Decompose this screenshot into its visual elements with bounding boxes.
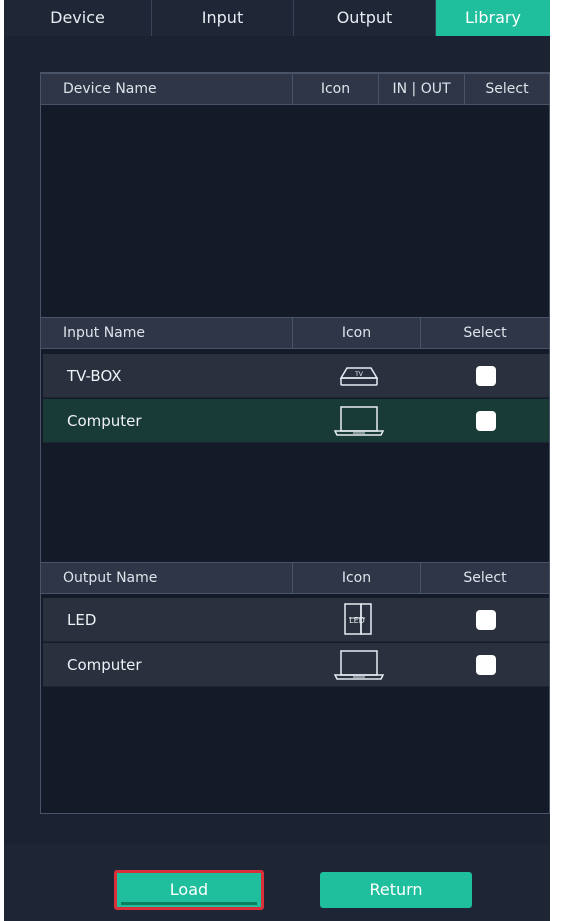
return-button-label: Return <box>369 880 423 899</box>
tab-input[interactable]: Input <box>152 0 294 36</box>
device-select-column-header: Select <box>485 81 529 97</box>
output-name-column-header: Output Name <box>41 563 293 593</box>
laptop-icon <box>295 649 423 681</box>
device-icon-column-header: Icon <box>293 74 379 104</box>
device-in-out-column-header: IN | OUT <box>379 74 465 104</box>
library-panel: Device Input Output Library Device Name … <box>4 0 550 921</box>
library-frame: Device Name Icon IN | OUT Select Input N… <box>40 72 550 814</box>
input-select-checkbox[interactable] <box>476 365 496 386</box>
input-table-header: Input Name Icon Select <box>41 317 549 349</box>
tab-device[interactable]: Device <box>4 0 152 36</box>
load-button[interactable]: Load <box>114 870 264 910</box>
laptop-icon <box>295 405 423 437</box>
input-row-name: Computer <box>67 411 142 430</box>
input-select-column-header: Select <box>463 325 507 341</box>
output-select-checkbox[interactable] <box>476 609 496 630</box>
device-name-column-header: Device Name <box>41 74 293 104</box>
output-row-name: Computer <box>67 655 142 674</box>
output-table-header: Output Name Icon Select <box>41 562 549 594</box>
input-row-tv-box[interactable]: TV-BOX TV <box>43 354 549 398</box>
output-select-checkbox[interactable] <box>476 654 496 675</box>
output-row-led[interactable]: LED LED <box>43 598 549 642</box>
tab-output[interactable]: Output <box>294 0 436 36</box>
device-table-header: Device Name Icon IN | OUT Select <box>41 73 549 105</box>
device-list <box>41 105 549 317</box>
tv-box-icon: TV <box>295 364 423 388</box>
return-button[interactable]: Return <box>320 872 472 908</box>
svg-text:TV: TV <box>354 371 364 378</box>
input-select-checkbox[interactable] <box>476 410 496 431</box>
tab-library[interactable]: Library <box>436 0 550 36</box>
output-icon-column-header: Icon <box>293 563 421 593</box>
tab-bar: Device Input Output Library <box>4 0 550 36</box>
svg-text:LED: LED <box>349 616 365 625</box>
load-button-label: Load <box>169 880 209 899</box>
led-screen-icon: LED <box>295 602 423 638</box>
input-row-computer[interactable]: Computer <box>43 399 549 443</box>
input-icon-column-header: Icon <box>293 318 421 348</box>
input-name-column-header: Input Name <box>41 318 293 348</box>
output-row-name: LED <box>67 610 97 629</box>
output-select-column-header: Select <box>463 570 507 586</box>
output-row-computer[interactable]: Computer <box>43 643 549 687</box>
input-row-name: TV-BOX <box>67 366 122 385</box>
